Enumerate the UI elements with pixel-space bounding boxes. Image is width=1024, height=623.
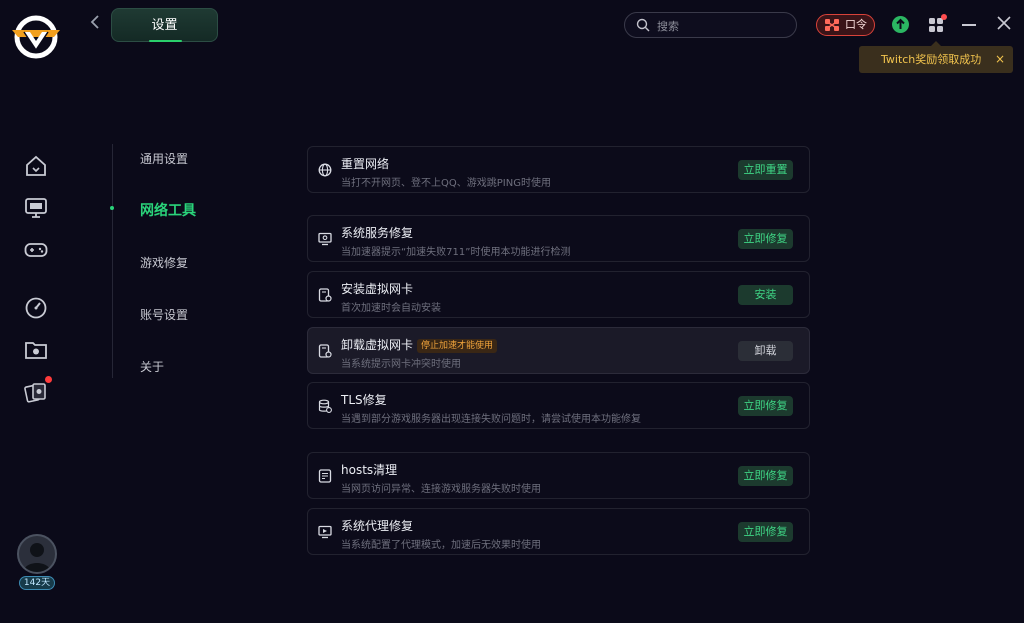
card-install-virtual-nic: 安装虚拟网卡 首次加速时会自动安装 安装	[307, 271, 810, 318]
reset-network-button[interactable]: 立即重置	[738, 160, 793, 180]
file-icon	[318, 469, 332, 483]
card-uninstall-virtual-nic: 卸载虚拟网卡 停止加速才能使用 当系统提示网卡冲突时使用 卸载	[307, 327, 810, 374]
member-days-badge: 142天	[19, 576, 55, 590]
nav-divider	[112, 144, 113, 378]
tls-repair-button[interactable]: 立即修复	[738, 396, 793, 416]
system-proxy-repair-button[interactable]: 立即修复	[738, 522, 793, 542]
hosts-cleanup-button[interactable]: 立即修复	[738, 466, 793, 486]
monitor-icon	[318, 232, 332, 246]
back-button[interactable]	[86, 14, 104, 36]
speed-gauge-icon[interactable]	[24, 296, 48, 320]
card-description: 当加速器提示“加速失败711”时使用本功能进行检测	[341, 247, 571, 258]
nav-item-about[interactable]: 关于	[140, 358, 164, 375]
card-title: 系统服务修复	[341, 226, 414, 240]
card-tls-repair: TLS修复 当遇到部分游戏服务器出现连接失败问题时，请尝试使用本功能修复 立即修…	[307, 382, 810, 429]
nav-item-game-repair[interactable]: 游戏修复	[140, 254, 188, 271]
screen-icon	[318, 525, 332, 539]
system-service-repair-button[interactable]: 立即修复	[738, 229, 793, 249]
settings-tab[interactable]: 设置	[111, 8, 218, 42]
notification-dot	[941, 14, 947, 20]
cards-icon[interactable]	[24, 376, 52, 404]
card-hosts-cleanup: hosts清理 当网页访问异常、连接游戏服务器失败时使用 立即修复	[307, 452, 810, 499]
toast-text: Twitch奖励领取成功	[881, 53, 982, 66]
card-description: 当网页访问异常、连接游戏服务器失败时使用	[341, 484, 541, 495]
apps-icon[interactable]	[928, 14, 947, 33]
card-title: hosts清理	[341, 463, 398, 477]
app-logo	[10, 14, 62, 60]
nav-item-account[interactable]: 账号设置	[140, 306, 188, 323]
card-system-service-repair: 系统服务修复 当加速器提示“加速失败711”时使用本功能进行检测 立即修复	[307, 215, 810, 262]
install-button[interactable]: 安装	[738, 285, 793, 305]
toast-close-button[interactable]: ×	[995, 46, 1005, 73]
nav-item-network-tools[interactable]: 网络工具	[140, 200, 196, 220]
globe-icon	[318, 163, 332, 177]
uninstall-button[interactable]: 卸载	[738, 341, 793, 361]
monitor-rail-icon[interactable]	[24, 196, 48, 220]
card-description: 首次加速时会自动安装	[341, 303, 441, 314]
card-title: 卸载虚拟网卡 停止加速才能使用	[341, 336, 498, 353]
card-reset-network: 重置网络 当打不开网页、登不上QQ、游戏跳PING时使用 立即重置	[307, 146, 810, 193]
search-input[interactable]	[655, 16, 789, 36]
minimize-button[interactable]	[962, 24, 976, 26]
card-title-text: 卸载虚拟网卡	[341, 338, 414, 352]
search-box[interactable]	[624, 12, 797, 38]
kouling-button[interactable]: 口令	[816, 14, 875, 36]
update-icon[interactable]	[892, 16, 909, 33]
card-gear-icon	[318, 288, 332, 302]
card-description: 当遇到部分游戏服务器出现连接失败问题时，请尝试使用本功能修复	[341, 414, 641, 425]
cards-notification-dot	[45, 376, 52, 383]
card-title: 系统代理修复	[341, 519, 414, 533]
card-description: 当系统提示网卡冲突时使用	[341, 359, 461, 370]
avatar-image	[17, 534, 57, 574]
card-description: 当打不开网页、登不上QQ、游戏跳PING时使用	[341, 178, 551, 189]
card-description: 当系统配置了代理模式，加速后无效果时使用	[341, 540, 541, 551]
card-title: TLS修复	[341, 393, 387, 407]
card-system-proxy-repair: 系统代理修复 当系统配置了代理模式，加速后无效果时使用 立即修复	[307, 508, 810, 555]
nav-active-indicator	[110, 206, 114, 210]
toast-notification: Twitch奖励领取成功 ×	[859, 41, 1013, 73]
card-title: 重置网络	[341, 157, 390, 171]
warning-tag: 停止加速才能使用	[417, 339, 498, 353]
card-title: 安装虚拟网卡	[341, 282, 414, 296]
close-window-button[interactable]	[996, 16, 1012, 32]
database-icon	[318, 399, 332, 413]
user-avatar[interactable]: 142天	[13, 532, 61, 592]
search-icon	[636, 18, 650, 32]
card-gear-icon	[318, 344, 332, 358]
code-icon	[825, 19, 839, 31]
kouling-label: 口令	[845, 18, 867, 31]
folder-icon[interactable]	[24, 338, 48, 362]
home-icon[interactable]	[24, 154, 48, 178]
nav-item-general[interactable]: 通用设置	[140, 150, 188, 167]
gamepad-icon[interactable]	[24, 238, 48, 262]
